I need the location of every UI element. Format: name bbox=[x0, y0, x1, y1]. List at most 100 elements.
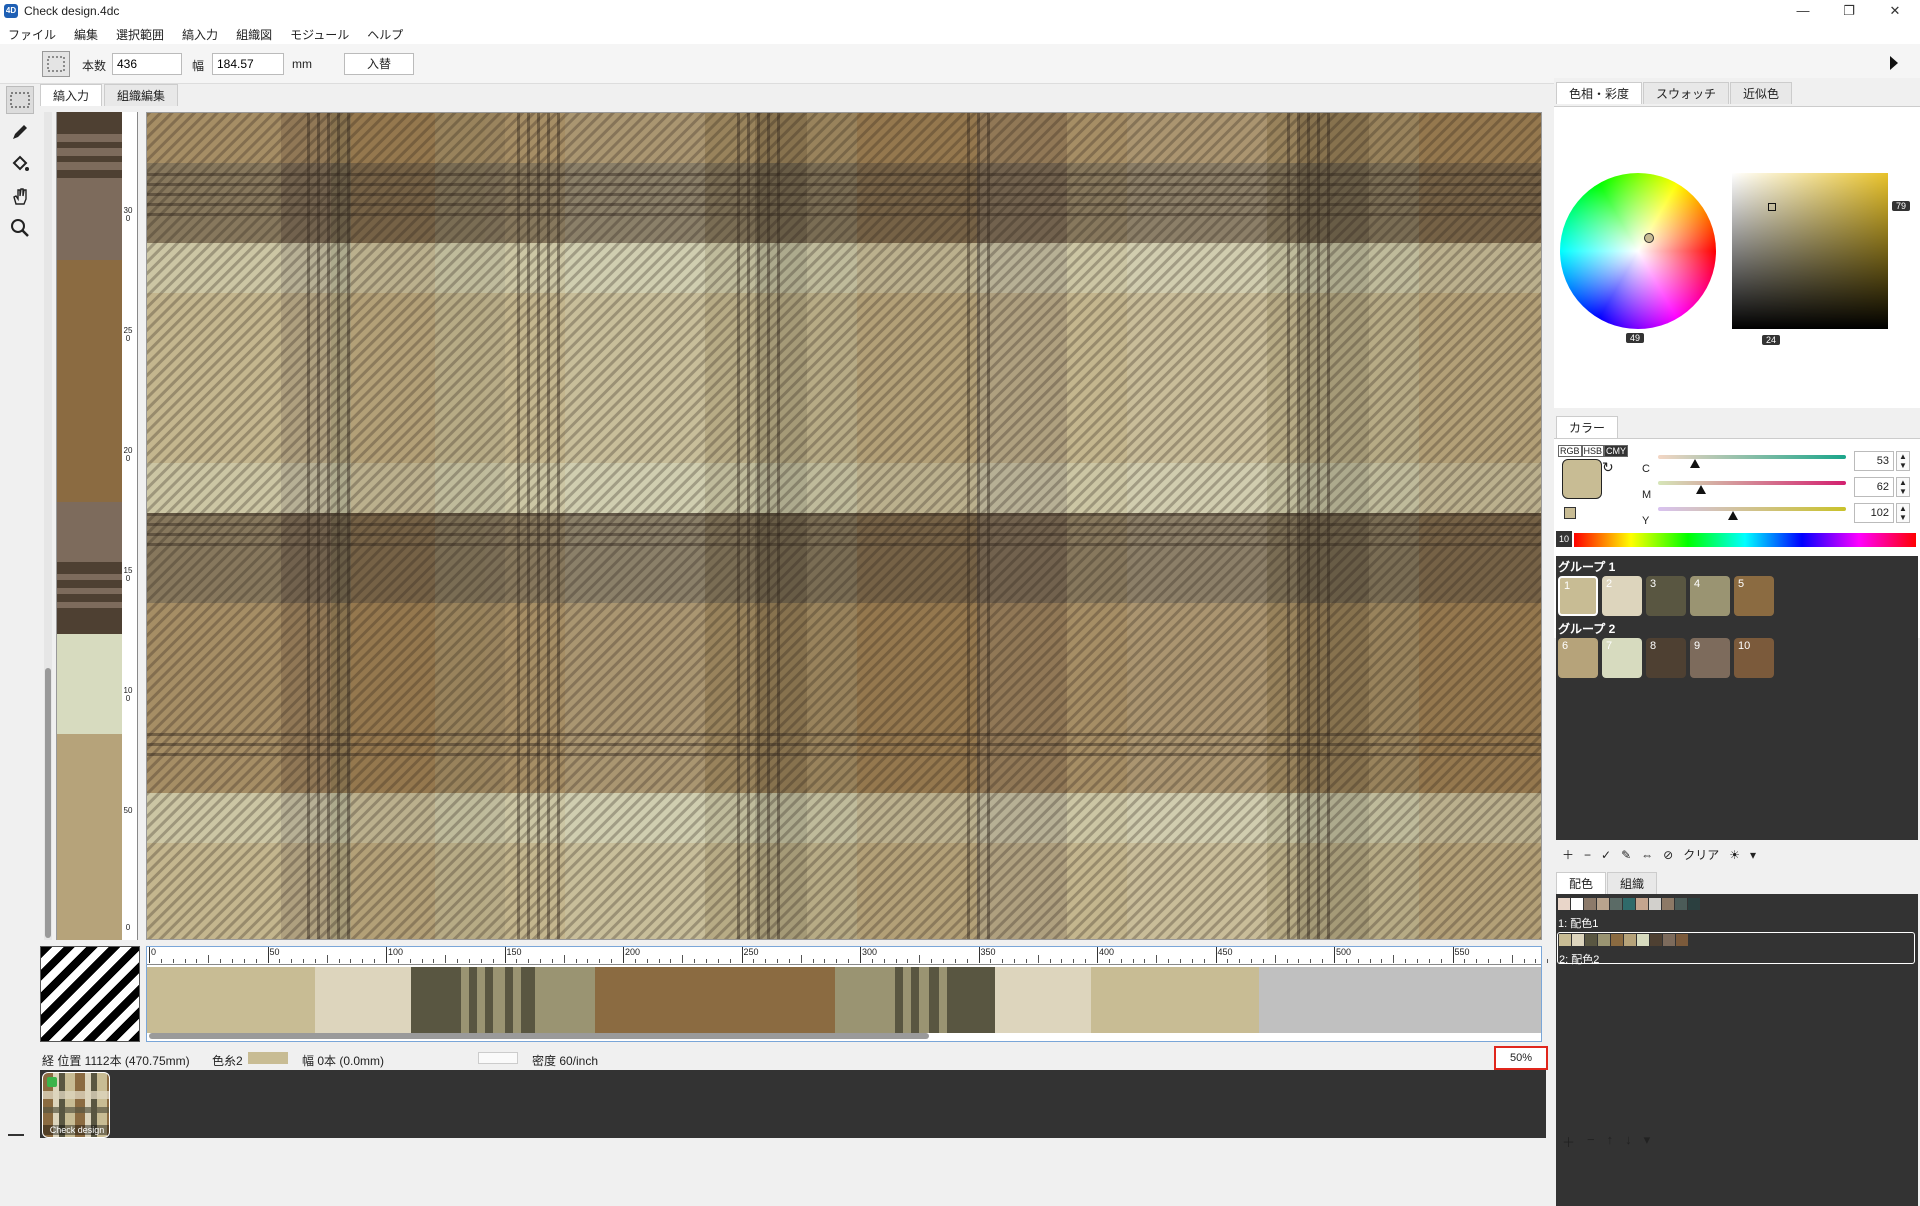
weft-stripe[interactable] bbox=[521, 967, 535, 1033]
weft-stripe[interactable] bbox=[595, 967, 835, 1033]
slider-y-thumb[interactable] bbox=[1728, 511, 1738, 520]
slider-m-thumb[interactable] bbox=[1696, 485, 1706, 494]
swatch-1[interactable]: 1 bbox=[1558, 576, 1598, 616]
weft-stripe[interactable] bbox=[929, 967, 939, 1033]
swap-button[interactable]: 入替 bbox=[344, 53, 414, 75]
weft-stripe[interactable] bbox=[411, 967, 461, 1033]
maximize-button[interactable]: ❐ bbox=[1826, 0, 1872, 22]
swatch-2[interactable]: 2 bbox=[1602, 576, 1642, 616]
weft-stripe[interactable] bbox=[485, 967, 493, 1033]
zoom-level[interactable]: 50% bbox=[1494, 1046, 1548, 1070]
hand-icon[interactable] bbox=[6, 182, 34, 210]
slider-c-value[interactable]: 53 bbox=[1854, 451, 1894, 471]
weft-stripe[interactable] bbox=[903, 967, 911, 1033]
colorway-item-2[interactable]: 2: 配色2 bbox=[1557, 932, 1915, 966]
move-up-icon[interactable]: ↑ bbox=[1607, 1132, 1614, 1151]
weft-stripe[interactable] bbox=[895, 967, 903, 1033]
weft-stripes[interactable] bbox=[147, 967, 1541, 1033]
prohibit-icon[interactable]: ⊘ bbox=[1663, 848, 1673, 862]
tab-stripe-input[interactable]: 縞入力 bbox=[40, 84, 103, 106]
menu-module[interactable]: モジュール bbox=[290, 22, 359, 44]
weft-stripe-editor[interactable]: 0 50 100 150 200 250 300 350 400 450 500 550 bbox=[146, 946, 1561, 1042]
weave-preview[interactable] bbox=[40, 946, 140, 1042]
swatch-5[interactable]: 5 bbox=[1734, 576, 1774, 616]
eyedropper-icon[interactable]: ✎ bbox=[1621, 848, 1631, 862]
weft-stripe[interactable] bbox=[147, 967, 315, 1033]
remove-icon[interactable]: − bbox=[1584, 848, 1591, 862]
sun-icon[interactable]: ☀ bbox=[1729, 848, 1740, 862]
tab-swatch[interactable]: スウォッチ bbox=[1643, 82, 1730, 104]
swap-icon[interactable]: ⇔ bbox=[1641, 848, 1653, 862]
clear-button[interactable]: クリア bbox=[1683, 846, 1719, 863]
chevron-down-icon[interactable]: ▾ bbox=[1644, 1132, 1651, 1151]
panel-toggle-icon[interactable] bbox=[1890, 56, 1898, 70]
colorway-item-1[interactable]: 1: 配色1 bbox=[1558, 898, 1914, 930]
weft-stripe[interactable] bbox=[513, 967, 521, 1033]
mode-hsb[interactable]: HSB bbox=[1581, 445, 1605, 457]
collapse-icon[interactable] bbox=[8, 1134, 24, 1136]
swatch-3[interactable]: 3 bbox=[1646, 576, 1686, 616]
weft-stripe[interactable] bbox=[835, 967, 895, 1033]
slider-m-value[interactable]: 62 bbox=[1854, 477, 1894, 497]
weft-stripe[interactable] bbox=[995, 967, 1091, 1033]
move-down-icon[interactable]: ↓ bbox=[1625, 1132, 1632, 1151]
weft-stripe[interactable] bbox=[1259, 967, 1541, 1033]
weft-stripe[interactable] bbox=[911, 967, 919, 1033]
chevron-down-icon[interactable]: ▾ bbox=[1750, 848, 1756, 862]
hue-wheel-marker[interactable] bbox=[1644, 233, 1654, 243]
slider-m-spinner[interactable]: ▲ ▼ bbox=[1896, 477, 1910, 497]
weft-stripe[interactable] bbox=[919, 967, 929, 1033]
plaid-canvas[interactable] bbox=[146, 112, 1542, 940]
slider-m-track[interactable] bbox=[1658, 481, 1846, 485]
foreground-color[interactable] bbox=[1562, 459, 1602, 499]
tab-color[interactable]: カラー bbox=[1556, 416, 1619, 438]
slider-c-track[interactable] bbox=[1658, 455, 1846, 459]
warp-color-strip[interactable] bbox=[56, 112, 122, 940]
mode-rgb[interactable]: RGB bbox=[1558, 445, 1582, 457]
swatch-10[interactable]: 10 bbox=[1734, 638, 1774, 678]
slider-y-spinner[interactable]: ▲ ▼ bbox=[1896, 503, 1910, 523]
swatch-4[interactable]: 4 bbox=[1690, 576, 1730, 616]
slider-c-spinner[interactable]: ▲ ▼ bbox=[1896, 451, 1910, 471]
weft-stripe[interactable] bbox=[315, 967, 411, 1033]
close-button[interactable]: ✕ bbox=[1872, 0, 1918, 22]
slider-y-track[interactable] bbox=[1658, 507, 1846, 511]
horizontal-scroll-thumb[interactable] bbox=[149, 1033, 929, 1039]
hue-wheel[interactable] bbox=[1560, 173, 1716, 329]
menu-help[interactable]: ヘルプ bbox=[367, 22, 413, 44]
menu-file[interactable]: ファイル bbox=[8, 22, 66, 44]
weft-stripe[interactable] bbox=[939, 967, 947, 1033]
weft-stripe[interactable] bbox=[535, 967, 595, 1033]
weft-stripe[interactable] bbox=[1091, 967, 1259, 1033]
select-rect-icon[interactable] bbox=[42, 51, 70, 77]
add-colorway-icon[interactable]: ＋ bbox=[1562, 1132, 1575, 1151]
slider-c-thumb[interactable] bbox=[1690, 459, 1700, 468]
weft-stripe[interactable] bbox=[469, 967, 477, 1033]
tab-weave[interactable]: 組織 bbox=[1607, 872, 1658, 894]
weft-stripe[interactable] bbox=[461, 967, 469, 1033]
menu-stripe-input[interactable]: 縞入力 bbox=[182, 22, 228, 44]
thumbnail-check-design[interactable]: Check design bbox=[42, 1072, 110, 1138]
menu-selection[interactable]: 選択範囲 bbox=[116, 22, 174, 44]
zoom-icon[interactable] bbox=[6, 214, 34, 242]
minimize-button[interactable]: — bbox=[1780, 0, 1826, 22]
tab-hue-saturation[interactable]: 色相・彩度 bbox=[1556, 82, 1643, 104]
remove-colorway-icon[interactable]: − bbox=[1587, 1132, 1595, 1151]
weft-stripe[interactable] bbox=[505, 967, 513, 1033]
add-icon[interactable]: ＋ bbox=[1562, 846, 1574, 863]
tab-colorway[interactable]: 配色 bbox=[1556, 872, 1607, 894]
swatch-9[interactable]: 9 bbox=[1690, 638, 1730, 678]
width-input[interactable] bbox=[212, 53, 284, 75]
weft-stripe[interactable] bbox=[477, 967, 485, 1033]
swatch-8[interactable]: 8 bbox=[1646, 638, 1686, 678]
swatch-7[interactable]: 7 bbox=[1602, 638, 1642, 678]
check-icon[interactable]: ✓ bbox=[1601, 848, 1611, 862]
pencil-icon[interactable] bbox=[6, 118, 34, 146]
menu-weave[interactable]: 組織図 bbox=[236, 22, 282, 44]
vertical-scroll-thumb[interactable] bbox=[45, 668, 51, 938]
weft-stripe[interactable] bbox=[493, 967, 505, 1033]
weft-stripe[interactable] bbox=[947, 967, 995, 1033]
saturation-brightness-box[interactable] bbox=[1732, 173, 1888, 329]
swatch-6[interactable]: 6 bbox=[1558, 638, 1598, 678]
color-spectrum-bar[interactable] bbox=[1574, 533, 1916, 547]
